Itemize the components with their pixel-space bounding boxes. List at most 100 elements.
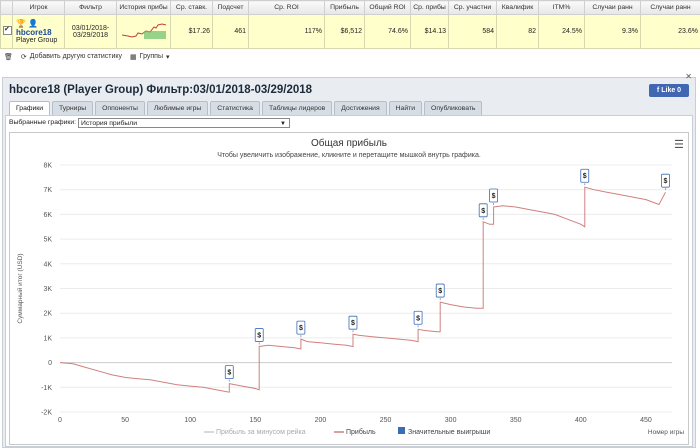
avg-stake: $17.26 (170, 14, 213, 49)
col-header[interactable]: Ср. прибы (410, 0, 449, 15)
tab-tournaments[interactable]: Турниры (52, 101, 94, 115)
big-win-dollar-icon: $ (481, 208, 485, 215)
groups-button[interactable]: ▦ Группы ▾ (130, 53, 169, 61)
tab-favorite-games[interactable]: Любимые игры (146, 101, 209, 115)
col-header[interactable]: Случаи ранн (640, 0, 700, 15)
checkbox-checked-icon[interactable] (3, 25, 12, 35)
col-header[interactable]: Ср. ставк. (170, 0, 213, 15)
x-tick-label: 50 (121, 417, 129, 424)
col-header[interactable]: Ср. участни (448, 0, 497, 15)
x-axis-label: Номер игры (648, 429, 684, 436)
profit-chart[interactable]: Общая прибыль Чтобы увеличить изображение… (10, 133, 688, 444)
chart-container[interactable]: Общая прибыль Чтобы увеличить изображение… (9, 132, 689, 445)
qualif: 82 (496, 14, 539, 49)
profit-sparkline (121, 22, 166, 39)
select-col-header (0, 0, 13, 15)
legend-swatch (398, 427, 405, 434)
y-tick-label: 5K (43, 237, 52, 244)
profit: $6,512 (324, 14, 365, 49)
count: 461 (212, 14, 249, 49)
chart-select[interactable]: История прибыли ▼ (78, 118, 290, 128)
y-tick-label: 6K (43, 212, 52, 219)
big-win-dollar-icon: $ (257, 333, 261, 340)
filter-cell: 03/01/2018- 03/29/2018 (64, 14, 117, 49)
delete-icon[interactable]: 🗑 (4, 53, 13, 61)
y-axis-label: Суммарный итог (USD) (16, 253, 24, 323)
col-header[interactable]: Общий ROI (364, 0, 411, 15)
y-tick-label: -1K (41, 385, 52, 392)
itm: 24.5% (538, 14, 585, 49)
add-stats-button[interactable]: ⟳ Добавить другую статистику (21, 53, 122, 61)
row-checkbox[interactable] (0, 14, 13, 49)
y-tick-label: 1K (43, 335, 52, 342)
refresh-icon: ⟳ (20, 53, 27, 61)
y-tick-label: 0 (48, 360, 52, 367)
col-header[interactable]: Подсчет (212, 0, 249, 15)
col-header[interactable]: Игрок (12, 0, 65, 15)
big-win-dollar-icon: $ (438, 288, 442, 295)
menu-icon[interactable]: ☰ (674, 139, 684, 151)
big-win-dollar-icon: $ (583, 173, 587, 180)
big-win-dollar-icon: $ (299, 325, 303, 332)
stats-table: Игрок Фильтр История прибы Ср. ставк. По… (0, 0, 700, 49)
avg-participants: 584 (448, 14, 497, 49)
y-tick-label: 4K (43, 261, 52, 268)
close-icon[interactable]: ✕ (685, 72, 692, 81)
col-header[interactable]: Ср. ROI (248, 0, 325, 15)
panel-tabs: Графики Турниры Оппоненты Любимые игры С… (9, 101, 483, 115)
player-cell[interactable]: 🏆 👤 hbcore18 Player Group (12, 14, 65, 49)
x-tick-label: 200 (315, 417, 327, 424)
col-header[interactable]: Прибыль (324, 0, 365, 15)
col-header[interactable]: Случаи ранн (584, 0, 641, 15)
chart-subtitle: Чтобы увеличить изображение, кликните и … (217, 151, 481, 159)
chart-select-value: История прибыли (81, 120, 138, 127)
tab-opponents[interactable]: Оппоненты (95, 101, 145, 115)
col-header[interactable]: Фильтр (64, 0, 117, 15)
facebook-icon: f (656, 87, 660, 94)
col-header[interactable]: История прибы (116, 0, 171, 15)
groups-label: Группы (139, 53, 163, 60)
x-tick-label: 400 (575, 417, 587, 424)
col-header[interactable]: Квалифик (496, 0, 539, 15)
add-stats-label: Добавить другую статистику (29, 53, 123, 60)
panel-title: hbcore18 (Player Group) Фильтр:03/01/201… (9, 84, 313, 96)
x-tick-label: 100 (184, 417, 196, 424)
tab-find[interactable]: Найти (388, 101, 423, 115)
chart-title: Общая прибыль (311, 137, 387, 149)
player-group: Player Group (16, 37, 58, 44)
tab-achievements[interactable]: Достижения (334, 101, 387, 115)
col-header[interactable]: ITM% (538, 0, 585, 15)
player-name[interactable]: hbcore18 (16, 28, 62, 37)
big-win-dollar-icon: $ (227, 370, 231, 377)
x-tick-label: 250 (380, 417, 392, 424)
table-row[interactable]: 🏆 👤 hbcore18 Player Group 03/01/2018- 03… (0, 14, 700, 49)
big-win-dollar-icon: $ (664, 178, 668, 185)
table-toolbar: 🗑 ⟳ Добавить другую статистику ▦ Группы ▾ (0, 50, 700, 63)
filter-line: 03/01/2018- (71, 24, 110, 32)
legend-item[interactable]: Прибыль (346, 428, 376, 436)
big-win-dollar-icon: $ (351, 320, 355, 327)
groups-icon: ▦ (130, 53, 137, 61)
legend-item[interactable]: Значительные выигрыши (408, 429, 490, 436)
total-roi: 74.6% (364, 14, 411, 49)
y-tick-label: 3K (43, 286, 52, 293)
player-panel: ✕ hbcore18 (Player Group) Фильтр:03/01/2… (2, 72, 696, 448)
early-1: 9.3% (584, 14, 641, 49)
tab-statistics[interactable]: Статистика (210, 101, 260, 115)
tab-charts[interactable]: Графики (9, 101, 51, 115)
tab-leaderboards[interactable]: Таблицы лидеров (261, 101, 333, 115)
table-header-row: Игрок Фильтр История прибы Ср. ставк. По… (0, 0, 700, 15)
y-tick-label: 7K (43, 187, 52, 194)
x-tick-label: 450 (640, 417, 652, 424)
legend-item[interactable]: Прибыль за минусом рейка (216, 428, 306, 436)
facebook-like-button[interactable]: f Like 0 (649, 84, 689, 97)
big-win-dollar-icon: $ (416, 315, 420, 322)
chevron-down-icon: ▾ (166, 53, 170, 61)
x-tick-label: 300 (445, 417, 457, 424)
avatar-icon: 👤 (27, 19, 38, 28)
avg-roi: 117% (248, 14, 325, 49)
chart-select-label: Выбранные графики: (9, 119, 77, 126)
profit-series-line (59, 186, 666, 393)
tab-publish[interactable]: Опубликовать (424, 101, 483, 115)
y-tick-label: -2K (41, 410, 52, 417)
